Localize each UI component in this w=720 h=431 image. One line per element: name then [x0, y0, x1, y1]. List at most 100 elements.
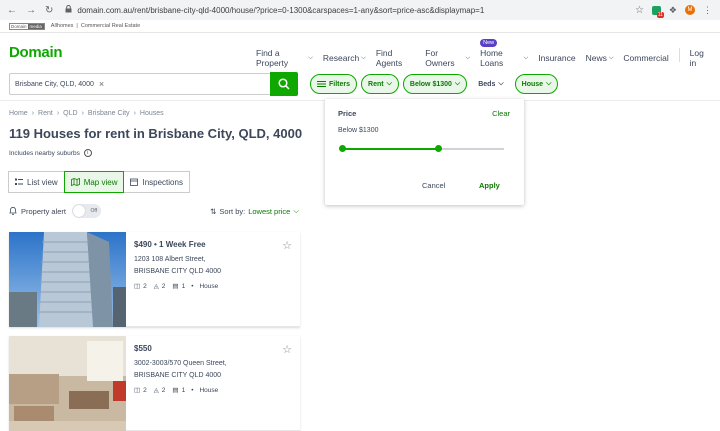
lock-icon — [65, 5, 72, 15]
breadcrumb-brisbane-city[interactable]: Brisbane City — [88, 110, 130, 117]
nav-commercial[interactable]: Commercial — [623, 48, 668, 68]
bed-icon: ◫ — [134, 387, 141, 394]
sort-label: Sort by: — [219, 206, 246, 216]
breadcrumb-qld[interactable]: QLD — [63, 110, 77, 117]
clear-button[interactable]: Clear — [492, 109, 510, 118]
nav-label: Commercial — [623, 53, 669, 63]
nav-label: For Owners — [425, 48, 455, 68]
bookmark-star-icon[interactable]: ☆ — [635, 5, 644, 16]
list-icon — [15, 178, 23, 185]
cars-count: 1 — [181, 386, 186, 394]
map-view-tab[interactable]: Map view — [63, 171, 125, 193]
browser-toolbar: ← → ↻ domain.com.au/rent/brisbane-city-q… — [0, 0, 720, 20]
badge-right: media — [27, 23, 44, 29]
map-icon — [70, 178, 80, 186]
car-icon: ▤ — [172, 387, 179, 394]
listing-photo[interactable] — [9, 232, 126, 327]
puzzle-icon[interactable]: ❖ — [669, 5, 677, 16]
remove-chip-icon[interactable]: × — [99, 79, 104, 89]
price-slider-fill — [342, 148, 438, 150]
nav-insurance[interactable]: Insurance — [538, 48, 575, 68]
nav-divider — [678, 48, 680, 62]
chevron-down-icon: ⌵ — [523, 54, 529, 61]
nearby-label: Includes nearby suburbs — [9, 149, 80, 157]
bullet-separator: • — [191, 386, 194, 394]
breadcrumb-rent[interactable]: Rent — [38, 110, 53, 117]
sort-control[interactable]: ⇅ Sort by: Lowest price ⌵ — [210, 206, 299, 216]
beds-count: 2 — [143, 282, 147, 290]
type-label: House — [521, 80, 544, 88]
badge-left: Domain — [10, 23, 28, 29]
domain-media-badge[interactable]: Domain media — [9, 22, 45, 30]
baths-count: 2 — [161, 386, 166, 394]
forward-icon[interactable]: → — [26, 5, 36, 16]
list-view-tab[interactable]: List view — [8, 171, 65, 193]
toggle-state: Off — [90, 208, 98, 214]
favourite-star-icon[interactable]: ☆ — [282, 239, 292, 252]
bullet-separator: • — [191, 282, 194, 290]
inspections-tab[interactable]: Inspections — [123, 171, 190, 193]
popover-title: Price — [338, 109, 357, 118]
bed-icon: ◫ — [134, 283, 141, 290]
commercial-real-estate-link[interactable]: Commercial Real Estate — [81, 23, 140, 29]
filters-button[interactable]: Filters — [310, 74, 358, 94]
nav-find-agents[interactable]: Find Agents — [376, 48, 415, 68]
rent-filter[interactable]: Rent ⌵ — [361, 74, 399, 94]
cancel-button[interactable]: Cancel — [422, 181, 445, 190]
apply-button[interactable]: Apply — [479, 181, 500, 190]
location-search-input[interactable]: Brisbane City, QLD, 4000 × — [9, 73, 271, 95]
listing-address[interactable]: 1203 108 Albert Street, BRISBANE CITY QL… — [134, 254, 221, 278]
login-label: Log in — [689, 48, 704, 68]
bell-icon — [9, 206, 17, 217]
sort-arrows-icon: ⇅ — [210, 206, 217, 216]
extension-icon[interactable]: 11 — [651, 5, 664, 18]
nav-for-owners[interactable]: For Owners ⌵ — [425, 48, 470, 68]
listing-card[interactable]: $490 • 1 Week Free 1203 108 Albert Stree… — [9, 232, 300, 327]
new-badge: New — [480, 39, 498, 47]
slider-max-handle[interactable] — [434, 145, 442, 152]
info-icon[interactable]: i — [83, 149, 92, 157]
listing-card[interactable]: $550 3002-3003/570 Queen Street, BRISBAN… — [9, 336, 300, 431]
chevron-down-icon: ⌵ — [498, 80, 504, 87]
price-filter[interactable]: Below $1300 ⌵ — [402, 74, 468, 94]
listing-features: ◫ 2 ◬ 2 ▤ 1 • House — [134, 282, 218, 291]
beds-count: 2 — [143, 386, 147, 394]
map-view-label: Map view — [83, 177, 118, 187]
listing-address[interactable]: 3002-3003/570 Queen Street, BRISBANE CIT… — [134, 358, 227, 382]
beds-label: Beds — [478, 80, 496, 88]
nav-label: News — [585, 53, 607, 63]
alert-sort-row: Property alert Off ⇅ Sort by: Lowest pri… — [9, 204, 299, 218]
property-alert-toggle[interactable]: Off — [72, 204, 102, 218]
allhomes-link[interactable]: Allhomes — [51, 23, 74, 29]
sort-value: Lowest price — [248, 206, 291, 216]
back-icon[interactable]: ← — [7, 5, 17, 16]
nav-research[interactable]: Research ⌵ — [323, 48, 366, 68]
location-chip-label: Brisbane City, QLD, 4000 — [15, 80, 94, 88]
login-link[interactable]: Log in — [690, 48, 710, 68]
price-popover: Price Clear Below $1300 Cancel Apply — [325, 99, 524, 205]
slider-min-handle[interactable] — [339, 145, 346, 152]
sliders-icon — [317, 81, 326, 87]
property-type-filter[interactable]: House ⌵ — [514, 74, 559, 94]
nav-home-loans[interactable]: New Home Loans ⌵ — [480, 39, 529, 68]
filters-label: Filters — [329, 80, 351, 88]
reload-icon[interactable]: ↻ — [45, 5, 53, 16]
listing-photo[interactable] — [9, 336, 126, 431]
beds-filter[interactable]: Beds ⌵ — [471, 74, 511, 94]
profile-avatar[interactable]: M — [685, 5, 695, 15]
domain-logo[interactable]: Domain — [9, 44, 63, 61]
search-button[interactable] — [270, 72, 298, 96]
breadcrumb-home[interactable]: Home — [9, 110, 28, 117]
price-range-value: Below $1300 — [338, 127, 379, 134]
listing-suburb: BRISBANE CITY QLD 4000 — [134, 268, 222, 275]
subbar-divider: | — [76, 23, 78, 29]
search-icon — [278, 78, 290, 90]
favourite-star-icon[interactable]: ☆ — [282, 343, 292, 356]
menu-kebab-icon[interactable]: ⋮ — [703, 5, 712, 16]
chevron-down-icon: ⌵ — [546, 80, 552, 87]
nav-news[interactable]: News ⌵ — [586, 48, 614, 68]
nav-label: Find Agents — [375, 48, 403, 68]
address-bar[interactable]: domain.com.au/rent/brisbane-city-qld-400… — [65, 5, 635, 15]
listing-price: $490 • 1 Week Free — [134, 240, 206, 249]
nav-find-a-property[interactable]: Find a Property ⌵ — [256, 48, 313, 68]
